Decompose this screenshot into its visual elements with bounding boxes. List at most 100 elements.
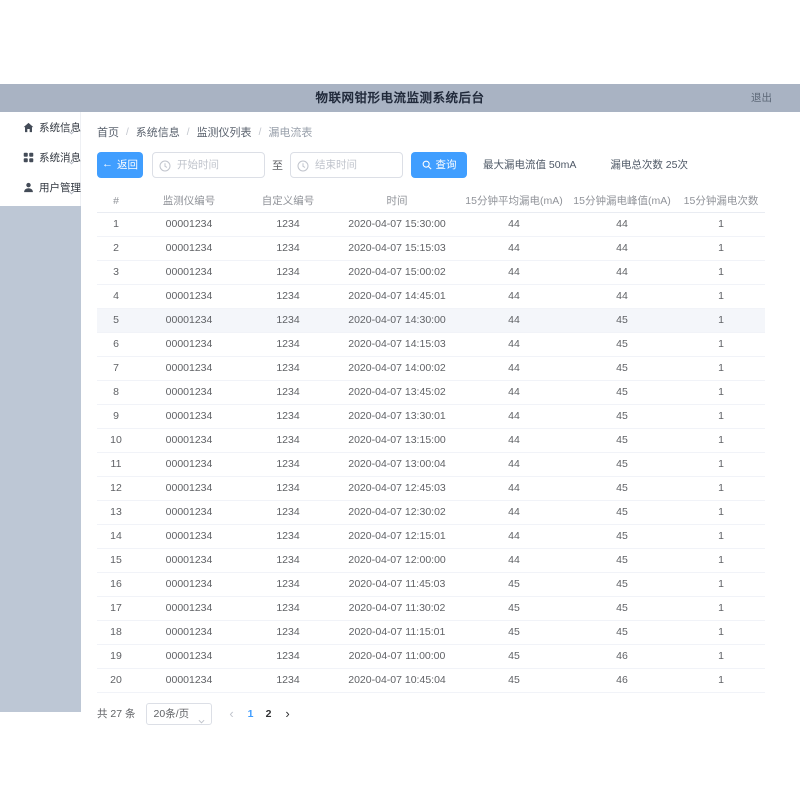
table-row[interactable]: 70000123412342020-04-07 14:00:0244451	[97, 356, 765, 380]
back-button[interactable]: ← 返回	[97, 152, 143, 178]
search-icon	[422, 160, 432, 170]
table-cell: 00001234	[135, 308, 243, 332]
next-page-icon[interactable]: ›	[278, 706, 298, 721]
table-cell: 45	[567, 548, 677, 572]
table-cell: 1234	[243, 476, 333, 500]
table-cell: 45	[461, 644, 567, 668]
chevron-down-icon	[68, 123, 75, 130]
page-button-1[interactable]: 1	[242, 708, 260, 720]
table-row[interactable]: 100000123412342020-04-07 13:15:0044451	[97, 428, 765, 452]
table-cell: 12	[97, 476, 135, 500]
table-row[interactable]: 40000123412342020-04-07 14:45:0144441	[97, 284, 765, 308]
table-cell: 44	[461, 332, 567, 356]
table-cell: 10	[97, 428, 135, 452]
range-to-label: 至	[272, 157, 283, 173]
table-column-header: #	[97, 190, 135, 212]
table-cell: 00001234	[135, 524, 243, 548]
table-cell: 44	[461, 500, 567, 524]
table-cell: 45	[567, 524, 677, 548]
table-row[interactable]: 110000123412342020-04-07 13:00:0444451	[97, 452, 765, 476]
table-cell: 6	[97, 332, 135, 356]
table-row[interactable]: 190000123412342020-04-07 11:00:0045461	[97, 644, 765, 668]
chevron-down-icon	[68, 153, 75, 160]
table-row[interactable]: 170000123412342020-04-07 11:30:0245451	[97, 596, 765, 620]
table-cell: 45	[567, 356, 677, 380]
page-button-2[interactable]: 2	[260, 708, 278, 720]
table-cell: 1	[677, 212, 765, 236]
table-cell: 1234	[243, 380, 333, 404]
table-cell: 2020-04-07 14:45:01	[333, 284, 461, 308]
table-cell: 1	[677, 452, 765, 476]
table-cell: 1234	[243, 308, 333, 332]
table-cell: 00001234	[135, 620, 243, 644]
breadcrumb-item-home[interactable]: 首页	[97, 124, 119, 140]
table-cell: 1234	[243, 332, 333, 356]
table-cell: 2020-04-07 11:00:00	[333, 644, 461, 668]
table-column-header: 自定义编号	[243, 190, 333, 212]
table-cell: 5	[97, 308, 135, 332]
sidebar-item-user-management[interactable]: 用户管理	[0, 172, 80, 202]
arrow-left-icon: ←	[102, 159, 113, 170]
table-cell: 1	[677, 284, 765, 308]
table-cell: 00001234	[135, 284, 243, 308]
table-cell: 45	[567, 620, 677, 644]
table-cell: 1	[677, 668, 765, 692]
table-cell: 1234	[243, 236, 333, 260]
table-cell: 45	[567, 452, 677, 476]
logout-button[interactable]: 退出	[751, 84, 772, 112]
breadcrumb-item-system-info[interactable]: 系统信息	[136, 124, 180, 140]
table-row[interactable]: 60000123412342020-04-07 14:15:0344451	[97, 332, 765, 356]
table-row[interactable]: 20000123412342020-04-07 15:15:0344441	[97, 236, 765, 260]
prev-page-icon[interactable]: ‹	[222, 706, 242, 721]
table-cell: 1	[677, 524, 765, 548]
search-button[interactable]: 查询	[411, 152, 467, 178]
page-size-select[interactable]: 20条/页	[146, 703, 212, 725]
table-cell: 1	[677, 572, 765, 596]
table-row[interactable]: 150000123412342020-04-07 12:00:0044451	[97, 548, 765, 572]
table-row[interactable]: 130000123412342020-04-07 12:30:0244451	[97, 500, 765, 524]
table-row[interactable]: 30000123412342020-04-07 15:00:0244441	[97, 260, 765, 284]
table-cell: 1	[677, 356, 765, 380]
table-cell: 16	[97, 572, 135, 596]
table-cell: 1	[677, 620, 765, 644]
table-row[interactable]: 160000123412342020-04-07 11:45:0345451	[97, 572, 765, 596]
table-cell: 2020-04-07 15:15:03	[333, 236, 461, 260]
table-cell: 13	[97, 500, 135, 524]
table-cell: 2020-04-07 12:45:03	[333, 476, 461, 500]
table-row[interactable]: 120000123412342020-04-07 12:45:0344451	[97, 476, 765, 500]
table-row[interactable]: 80000123412342020-04-07 13:45:0244451	[97, 380, 765, 404]
sidebar-item-system-messages[interactable]: 系统消息	[0, 142, 80, 172]
end-time-input[interactable]	[290, 152, 403, 178]
table-cell: 00001234	[135, 596, 243, 620]
table-cell: 45	[461, 620, 567, 644]
table-row[interactable]: 180000123412342020-04-07 11:15:0145451	[97, 620, 765, 644]
toolbar: ← 返回 至 查询 最大漏	[97, 151, 800, 178]
end-time-field-wrap	[290, 152, 403, 178]
sidebar-item-system-info[interactable]: 系统信息	[0, 112, 80, 142]
pagination: 共 27 条 20条/页 ‹ 1 2 ›	[97, 702, 800, 726]
start-time-input[interactable]	[152, 152, 265, 178]
sidebar-background-panel	[0, 206, 81, 712]
table-cell: 2020-04-07 11:15:01	[333, 620, 461, 644]
table-row[interactable]: 90000123412342020-04-07 13:30:0144451	[97, 404, 765, 428]
table-cell: 00001234	[135, 644, 243, 668]
table-cell: 44	[461, 356, 567, 380]
table-body: 10000123412342020-04-07 15:30:0044441200…	[97, 212, 765, 692]
table-row[interactable]: 200000123412342020-04-07 10:45:0445461	[97, 668, 765, 692]
table-cell: 1	[677, 476, 765, 500]
sidebar: 系统信息 系统消息	[0, 112, 81, 206]
breadcrumb-item-monitor-list[interactable]: 监测仪列表	[197, 124, 252, 140]
table-row[interactable]: 140000123412342020-04-07 12:15:0144451	[97, 524, 765, 548]
table-cell: 45	[567, 500, 677, 524]
table-cell: 1	[677, 428, 765, 452]
table-cell: 2020-04-07 12:15:01	[333, 524, 461, 548]
table-cell: 45	[567, 428, 677, 452]
table-cell: 1	[677, 548, 765, 572]
table-cell: 00001234	[135, 668, 243, 692]
table-cell: 2	[97, 236, 135, 260]
table-cell: 11	[97, 452, 135, 476]
table-cell: 45	[461, 668, 567, 692]
grid-icon	[23, 152, 34, 163]
table-row[interactable]: 10000123412342020-04-07 15:30:0044441	[97, 212, 765, 236]
table-row[interactable]: 50000123412342020-04-07 14:30:0044451	[97, 308, 765, 332]
